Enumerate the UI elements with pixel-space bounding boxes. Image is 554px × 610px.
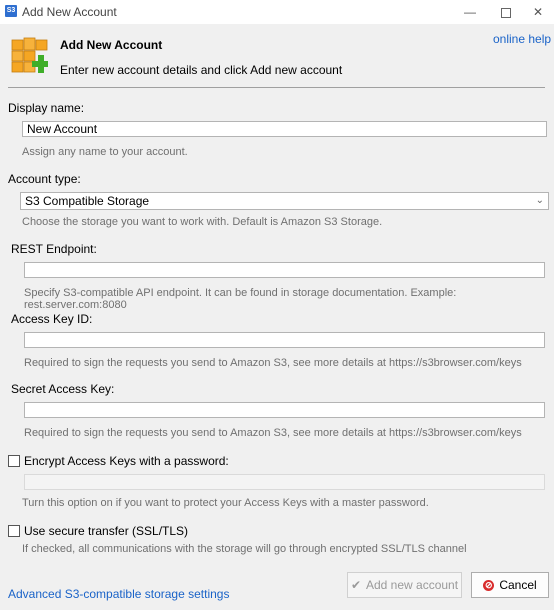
boxes-add-icon [11, 37, 48, 73]
secure-transfer-checkbox-row[interactable]: Use secure transfer (SSL/TLS) [8, 524, 188, 538]
advanced-settings-link[interactable]: Advanced S3-compatible storage settings [8, 587, 229, 601]
encrypt-hint: Turn this option on if you want to prote… [22, 497, 429, 509]
account-type-select[interactable]: S3 Compatible Storage ⌄ [20, 192, 549, 210]
cancel-label: Cancel [499, 578, 537, 592]
rest-endpoint-hint: Specify S3-compatible API endpoint. It c… [24, 287, 457, 311]
add-new-account-label: Add new account [366, 578, 459, 592]
encrypt-checkbox-row[interactable]: Encrypt Access Keys with a password: [8, 454, 229, 468]
display-name-input[interactable] [22, 121, 547, 137]
window-title: Add New Account [22, 5, 117, 19]
secret-key-hint: Required to sign the requests you send t… [24, 427, 522, 439]
encrypt-password-input [24, 474, 545, 490]
secure-transfer-checkbox[interactable] [8, 525, 20, 537]
cancel-icon: ⊘ [483, 579, 495, 591]
rest-endpoint-label: REST Endpoint: [11, 242, 97, 256]
encrypt-label: Encrypt Access Keys with a password: [24, 454, 229, 468]
secret-key-label: Secret Access Key: [11, 382, 115, 396]
access-key-hint: Required to sign the requests you send t… [24, 357, 522, 369]
maximize-icon [501, 7, 511, 18]
secure-transfer-hint: If checked, all communications with the … [22, 543, 467, 555]
close-button[interactable]: ✕ [520, 0, 554, 24]
minimize-button[interactable]: — [452, 0, 488, 24]
app-icon: S3 [5, 5, 17, 17]
chevron-down-icon: ⌄ [535, 195, 544, 206]
header-subtitle: Enter new account details and click Add … [60, 63, 343, 77]
account-type-hint: Choose the storage you want to work with… [22, 216, 383, 228]
online-help-link[interactable]: online help [493, 32, 551, 46]
secret-key-input[interactable] [24, 402, 545, 418]
checkmark-icon: ✔ [350, 578, 361, 592]
maximize-button[interactable] [488, 0, 524, 24]
display-name-label: Display name: [8, 101, 85, 115]
access-key-input[interactable] [24, 332, 545, 348]
encrypt-checkbox[interactable] [8, 455, 20, 467]
rest-endpoint-input[interactable] [24, 262, 545, 278]
secure-transfer-label: Use secure transfer (SSL/TLS) [24, 524, 189, 538]
header-title: Add New Account [60, 38, 163, 52]
add-new-account-button[interactable]: ✔ Add new account [347, 572, 462, 598]
title-bar: S3 Add New Account — ✕ [0, 0, 554, 24]
account-type-label: Account type: [8, 172, 81, 186]
access-key-label: Access Key ID: [11, 312, 93, 326]
display-name-hint: Assign any name to your account. [22, 146, 188, 158]
cancel-button[interactable]: ⊘ Cancel [471, 572, 549, 598]
header-divider [8, 87, 545, 88]
account-type-value: S3 Compatible Storage [25, 194, 150, 208]
